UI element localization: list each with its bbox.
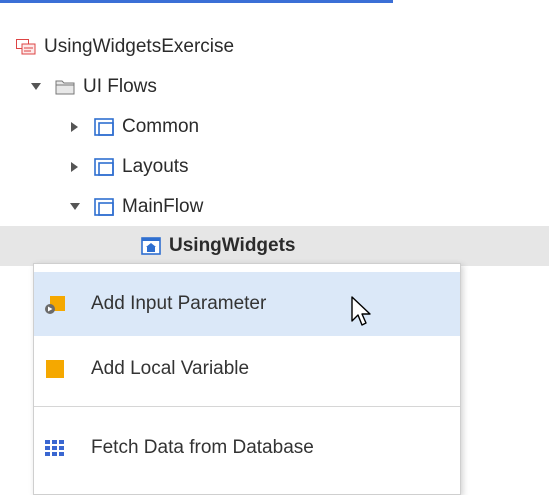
flow-icon	[94, 118, 114, 136]
flow-icon	[94, 158, 114, 176]
context-menu: Add Input Parameter Add Local Variable F…	[33, 263, 461, 495]
tree-item-layouts[interactable]: Layouts	[0, 147, 189, 187]
flow-label-common: Common	[122, 116, 200, 137]
module-icon	[16, 39, 36, 55]
menu-item-add-input-parameter[interactable]: Add Input Parameter	[34, 272, 460, 336]
menu-item-add-local-variable[interactable]: Add Local Variable	[34, 337, 460, 401]
tree-item-mainflow[interactable]: MainFlow	[0, 187, 203, 227]
collapsed-arrow-icon[interactable]	[70, 162, 80, 172]
collapsed-arrow-icon[interactable]	[70, 122, 80, 132]
top-accent-bar	[0, 0, 393, 3]
tree-item-screen-usingwidgets[interactable]: UsingWidgets	[0, 226, 549, 266]
folder-icon	[55, 79, 75, 95]
menu-label-fetch-data: Fetch Data from Database	[91, 437, 314, 458]
input-parameter-icon	[44, 293, 66, 315]
mouse-cursor-icon	[351, 296, 373, 333]
screen-label: UsingWidgets	[169, 235, 296, 256]
module-label: UsingWidgetsExercise	[44, 36, 235, 57]
expand-arrow-icon[interactable]	[70, 202, 80, 212]
menu-label-add-input-parameter: Add Input Parameter	[91, 293, 267, 314]
menu-separator	[34, 406, 460, 407]
flow-label-layouts: Layouts	[122, 156, 189, 177]
menu-label-add-local-variable: Add Local Variable	[91, 358, 250, 379]
menu-item-fetch-data[interactable]: Fetch Data from Database	[34, 416, 460, 480]
tree-item-common[interactable]: Common	[0, 107, 199, 147]
tree-item-ui-flows[interactable]: UI Flows	[0, 67, 157, 107]
flow-icon	[94, 198, 114, 216]
local-variable-icon	[44, 358, 66, 380]
flow-label-mainflow: MainFlow	[122, 196, 204, 217]
aggregate-icon	[44, 437, 66, 459]
expand-arrow-icon[interactable]	[31, 82, 41, 92]
ui-flows-label: UI Flows	[83, 76, 157, 97]
tree-item-module[interactable]: UsingWidgetsExercise	[0, 27, 234, 67]
home-screen-icon	[141, 237, 161, 255]
